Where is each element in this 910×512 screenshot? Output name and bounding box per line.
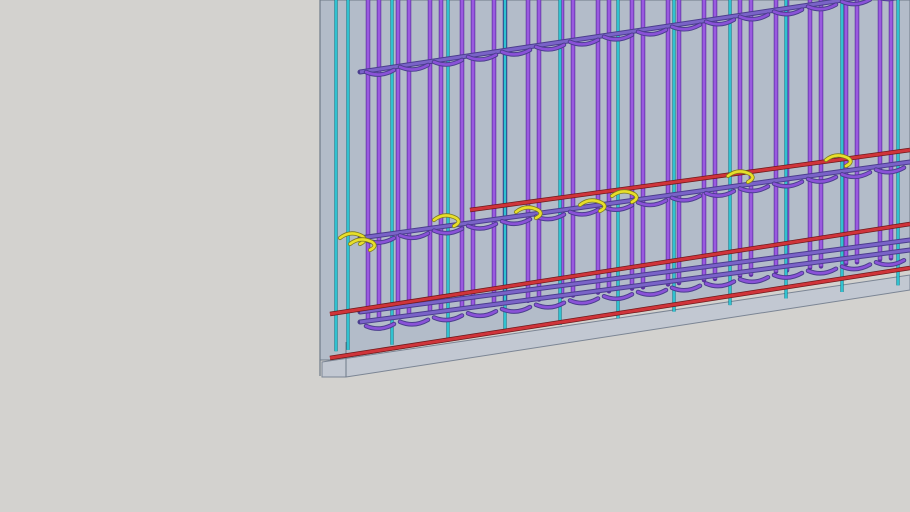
3d-viewport[interactable] (0, 0, 910, 512)
rebar-cage-model[interactable] (0, 0, 910, 512)
